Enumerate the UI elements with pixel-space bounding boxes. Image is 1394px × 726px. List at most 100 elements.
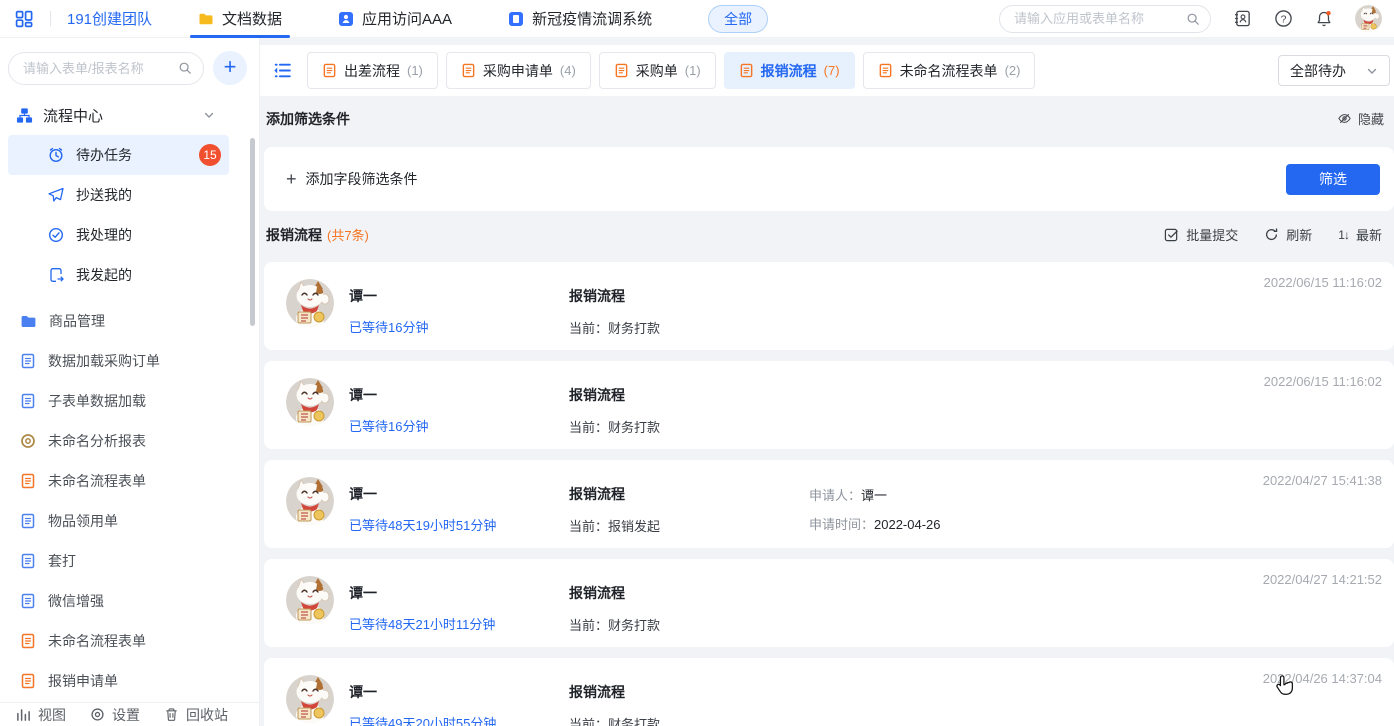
sidebar-item-label: 套打 xyxy=(48,551,76,571)
workflow-tab[interactable]: 采购单 (1) xyxy=(599,52,716,89)
refresh-icon xyxy=(1264,227,1279,242)
batch-submit-button[interactable]: 批量提交 xyxy=(1164,225,1238,244)
send-icon xyxy=(48,187,64,203)
task-row[interactable]: 谭一 已等待16分钟 报销流程 当前：财务打款 2022/06/15 11:16… xyxy=(264,361,1394,449)
refresh-button[interactable]: 刷新 xyxy=(1264,225,1312,244)
task-timestamp: 2022/04/27 15:41:38 xyxy=(1263,473,1382,488)
doc-icon xyxy=(739,63,754,78)
sidebar-item-label: 物品领用单 xyxy=(48,511,118,531)
doc-icon xyxy=(20,593,36,609)
app-root: 191创建团队 文档数据 应 xyxy=(0,0,1394,726)
eye-off-icon xyxy=(1337,111,1352,126)
clock-icon xyxy=(48,147,64,163)
app-person-icon xyxy=(338,11,354,27)
workflow-tab-count: (2) xyxy=(1005,63,1021,78)
topbar-tab[interactable]: 应用访问AAA xyxy=(338,0,452,38)
task-waiting-time: 已等待16分钟 xyxy=(349,416,569,435)
add-form-button[interactable]: + xyxy=(213,51,247,85)
sidebar-process-item[interactable]: 我处理的 xyxy=(8,215,229,255)
search-icon xyxy=(178,61,192,75)
workflow-tab[interactable]: 采购申请单 (4) xyxy=(446,52,591,89)
workflow-tab-label: 采购申请单 xyxy=(483,61,553,81)
doc-icon xyxy=(20,473,36,489)
hide-filter-label: 隐藏 xyxy=(1358,109,1384,128)
sidebar-footer-item[interactable]: 视图 xyxy=(16,705,66,725)
sidebar-footer-item[interactable]: 回收站 xyxy=(164,705,228,725)
workflow-tab[interactable]: 报销流程 (7) xyxy=(724,52,855,89)
task-process-title: 报销流程 xyxy=(569,385,809,405)
sidebar-process-item[interactable]: 我发起的 xyxy=(8,255,229,295)
team-name[interactable]: 191创建团队 xyxy=(67,8,152,29)
topbar: 191创建团队 文档数据 应 xyxy=(0,0,1394,38)
doc-icon xyxy=(878,63,893,78)
workflow-tab[interactable]: 出差流程 (1) xyxy=(307,52,438,89)
apps-grid-icon[interactable] xyxy=(14,9,34,29)
sidebar-form-item[interactable]: 未命名分析报表 xyxy=(0,421,259,461)
help-icon[interactable]: ? xyxy=(1274,9,1293,28)
task-applicant-row: 申请人：谭一 xyxy=(809,485,941,504)
sidebar-process-item[interactable]: 待办任务 15 xyxy=(8,135,229,175)
sort-latest-button[interactable]: 1↓ 最新 xyxy=(1338,225,1382,244)
task-user-name: 谭一 xyxy=(349,385,569,405)
sidebar-form-item[interactable]: 数据加载采购订单 xyxy=(0,341,259,381)
sidebar-scrollbar[interactable] xyxy=(250,138,255,326)
task-row[interactable]: 谭一 已等待48天19小时51分钟 报销流程 当前：报销发起 申请人：谭一 申请… xyxy=(264,460,1394,548)
hide-filter-button[interactable]: 隐藏 xyxy=(1337,109,1384,128)
workflow-tab-label: 未命名流程表单 xyxy=(900,61,998,81)
topbar-tab[interactable]: 文档数据 xyxy=(198,0,282,38)
sidebar-form-item[interactable]: 未命名流程表单 xyxy=(0,621,259,661)
task-list-actions: 批量提交 刷新 1↓ 最新 xyxy=(1164,225,1382,244)
task-current-node: 当前：财务打款 xyxy=(569,615,809,634)
workflow-tab-label: 采购单 xyxy=(636,61,678,81)
task-process-title: 报销流程 xyxy=(569,682,809,702)
app-search-input[interactable] xyxy=(999,5,1211,33)
task-apply-time-row: 申请时间：2022-04-26 xyxy=(809,514,941,533)
task-row[interactable]: 谭一 已等待48天21小时11分钟 报销流程 当前：财务打款 2022/04/2… xyxy=(264,559,1394,647)
trash-icon xyxy=(164,707,179,722)
notifications-bell-icon[interactable] xyxy=(1315,10,1333,28)
sidebar-form-item[interactable]: 套打 xyxy=(0,541,259,581)
sidebar-footer-item[interactable]: 设置 xyxy=(90,705,140,725)
sidebar-form-item[interactable]: 商品管理 xyxy=(0,301,259,341)
add-filter-field-button[interactable]: + 添加字段筛选条件 xyxy=(286,169,418,189)
sidebar-form-item[interactable]: 报销申请单 xyxy=(0,661,259,701)
sidebar-item-label: 未命名流程表单 xyxy=(48,631,146,651)
sidebar-form-item[interactable]: 微信增强 xyxy=(0,581,259,621)
workflow-tab-count: (4) xyxy=(560,63,576,78)
contacts-icon[interactable] xyxy=(1233,9,1252,28)
process-center-list: 待办任务 15 抄送我的 xyxy=(0,135,259,295)
body-row: + 流程中心 xyxy=(0,38,1394,726)
sidebar-item-label: 我发起的 xyxy=(76,265,132,285)
sidebar-form-item[interactable]: 物品领用单 xyxy=(0,501,259,541)
user-avatar[interactable] xyxy=(1355,5,1382,32)
doc-icon xyxy=(614,63,629,78)
process-center-group[interactable]: 流程中心 xyxy=(0,95,259,135)
sidebar-process-item[interactable]: 抄送我的 xyxy=(8,175,229,215)
task-waiting-time: 已等待49天20小时55分钟 xyxy=(349,713,569,726)
task-current-node: 当前：财务打款 xyxy=(569,714,809,726)
form-search-input[interactable] xyxy=(8,52,204,85)
main-content: 出差流程 (1) 采购申请单 (4) xyxy=(260,38,1394,726)
sidebar-form-item[interactable]: 子表单数据加载 xyxy=(0,381,259,421)
workflow-tabs: 出差流程 (1) 采购申请单 (4) xyxy=(307,52,1278,89)
task-waiting-time: 已等待16分钟 xyxy=(349,317,569,336)
collapse-list-icon[interactable] xyxy=(272,60,293,81)
task-current-node: 当前：财务打款 xyxy=(569,318,809,337)
avatar xyxy=(286,675,334,723)
status-filter-select[interactable]: 全部待办 xyxy=(1278,55,1390,86)
task-row[interactable]: 谭一 已等待49天20小时55分钟 报销流程 当前：财务打款 2022/04/2… xyxy=(264,658,1394,726)
check-circle-icon xyxy=(48,227,64,243)
workflow-tab-count: (1) xyxy=(685,63,701,78)
task-process-column: 报销流程 当前：财务打款 xyxy=(569,378,809,449)
topbar-tab[interactable]: 新冠疫情流调系统 xyxy=(508,0,652,38)
sidebar-form-item[interactable]: 未命名流程表单 xyxy=(0,461,259,501)
task-user-column: 谭一 已等待16分钟 xyxy=(349,378,569,449)
workflow-tab-count: (7) xyxy=(824,63,840,78)
all-pill-button[interactable]: 全部 xyxy=(708,5,768,33)
workflow-tab[interactable]: 未命名流程表单 (2) xyxy=(863,52,1036,89)
task-row[interactable]: 谭一 已等待16分钟 报销流程 当前：财务打款 2022/06/15 11:16… xyxy=(264,262,1394,350)
task-user-name: 谭一 xyxy=(349,583,569,603)
task-list-count: (共7条) xyxy=(327,225,369,244)
plus-icon: + xyxy=(286,170,297,188)
filter-submit-button[interactable]: 筛选 xyxy=(1286,164,1380,195)
